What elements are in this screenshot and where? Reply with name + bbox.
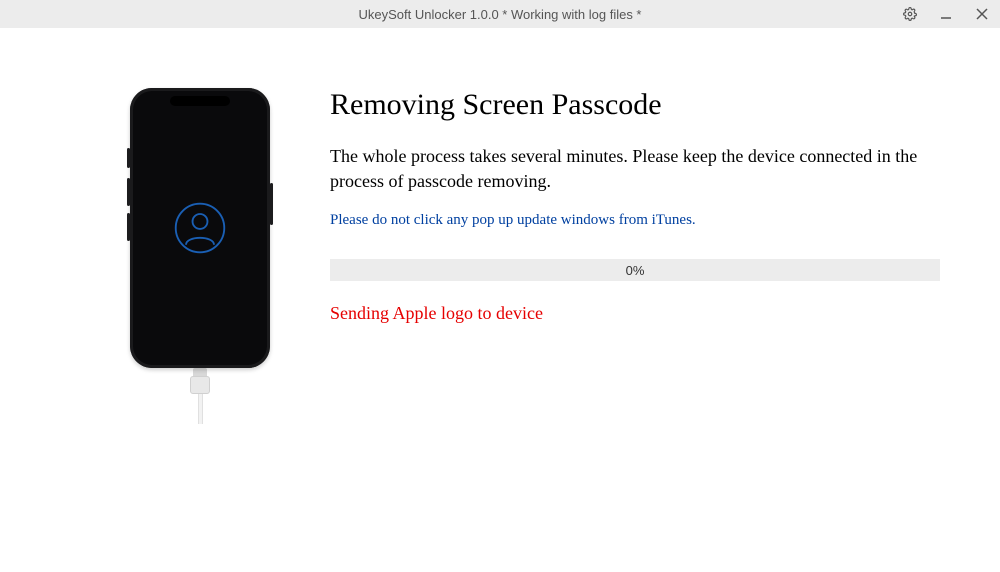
phone-side-button — [127, 213, 130, 241]
user-lock-icon — [172, 200, 228, 256]
close-button[interactable] — [964, 0, 1000, 28]
phone-side-button — [270, 183, 273, 225]
gear-icon — [903, 7, 917, 21]
close-icon — [976, 8, 988, 20]
status-text: Sending Apple logo to device — [330, 303, 940, 324]
phone-cable-tip — [193, 368, 207, 376]
settings-button[interactable] — [892, 0, 928, 28]
main-panel: Removing Screen Passcode The whole proce… — [330, 88, 950, 424]
titlebar: UkeySoft Unlocker 1.0.0 * Working with l… — [0, 0, 1000, 28]
phone-cable-wire — [198, 394, 203, 424]
warning-text: Please do not click any pop up update wi… — [330, 212, 940, 229]
minimize-icon — [940, 8, 952, 20]
phone-side-button — [127, 178, 130, 206]
phone-cable-plug — [190, 376, 210, 394]
window-title: UkeySoft Unlocker 1.0.0 * Working with l… — [359, 7, 642, 22]
phone-side-button — [127, 148, 130, 168]
content-area: Removing Screen Passcode The whole proce… — [0, 28, 1000, 464]
phone-illustration — [130, 88, 270, 424]
progress-percent: 0% — [626, 263, 645, 278]
phone-body — [130, 88, 270, 368]
description-text: The whole process takes several minutes.… — [330, 144, 940, 194]
progress-bar: 0% — [330, 259, 940, 281]
minimize-button[interactable] — [928, 0, 964, 28]
phone-notch — [170, 96, 230, 106]
titlebar-controls — [892, 0, 1000, 28]
page-title: Removing Screen Passcode — [330, 88, 940, 122]
